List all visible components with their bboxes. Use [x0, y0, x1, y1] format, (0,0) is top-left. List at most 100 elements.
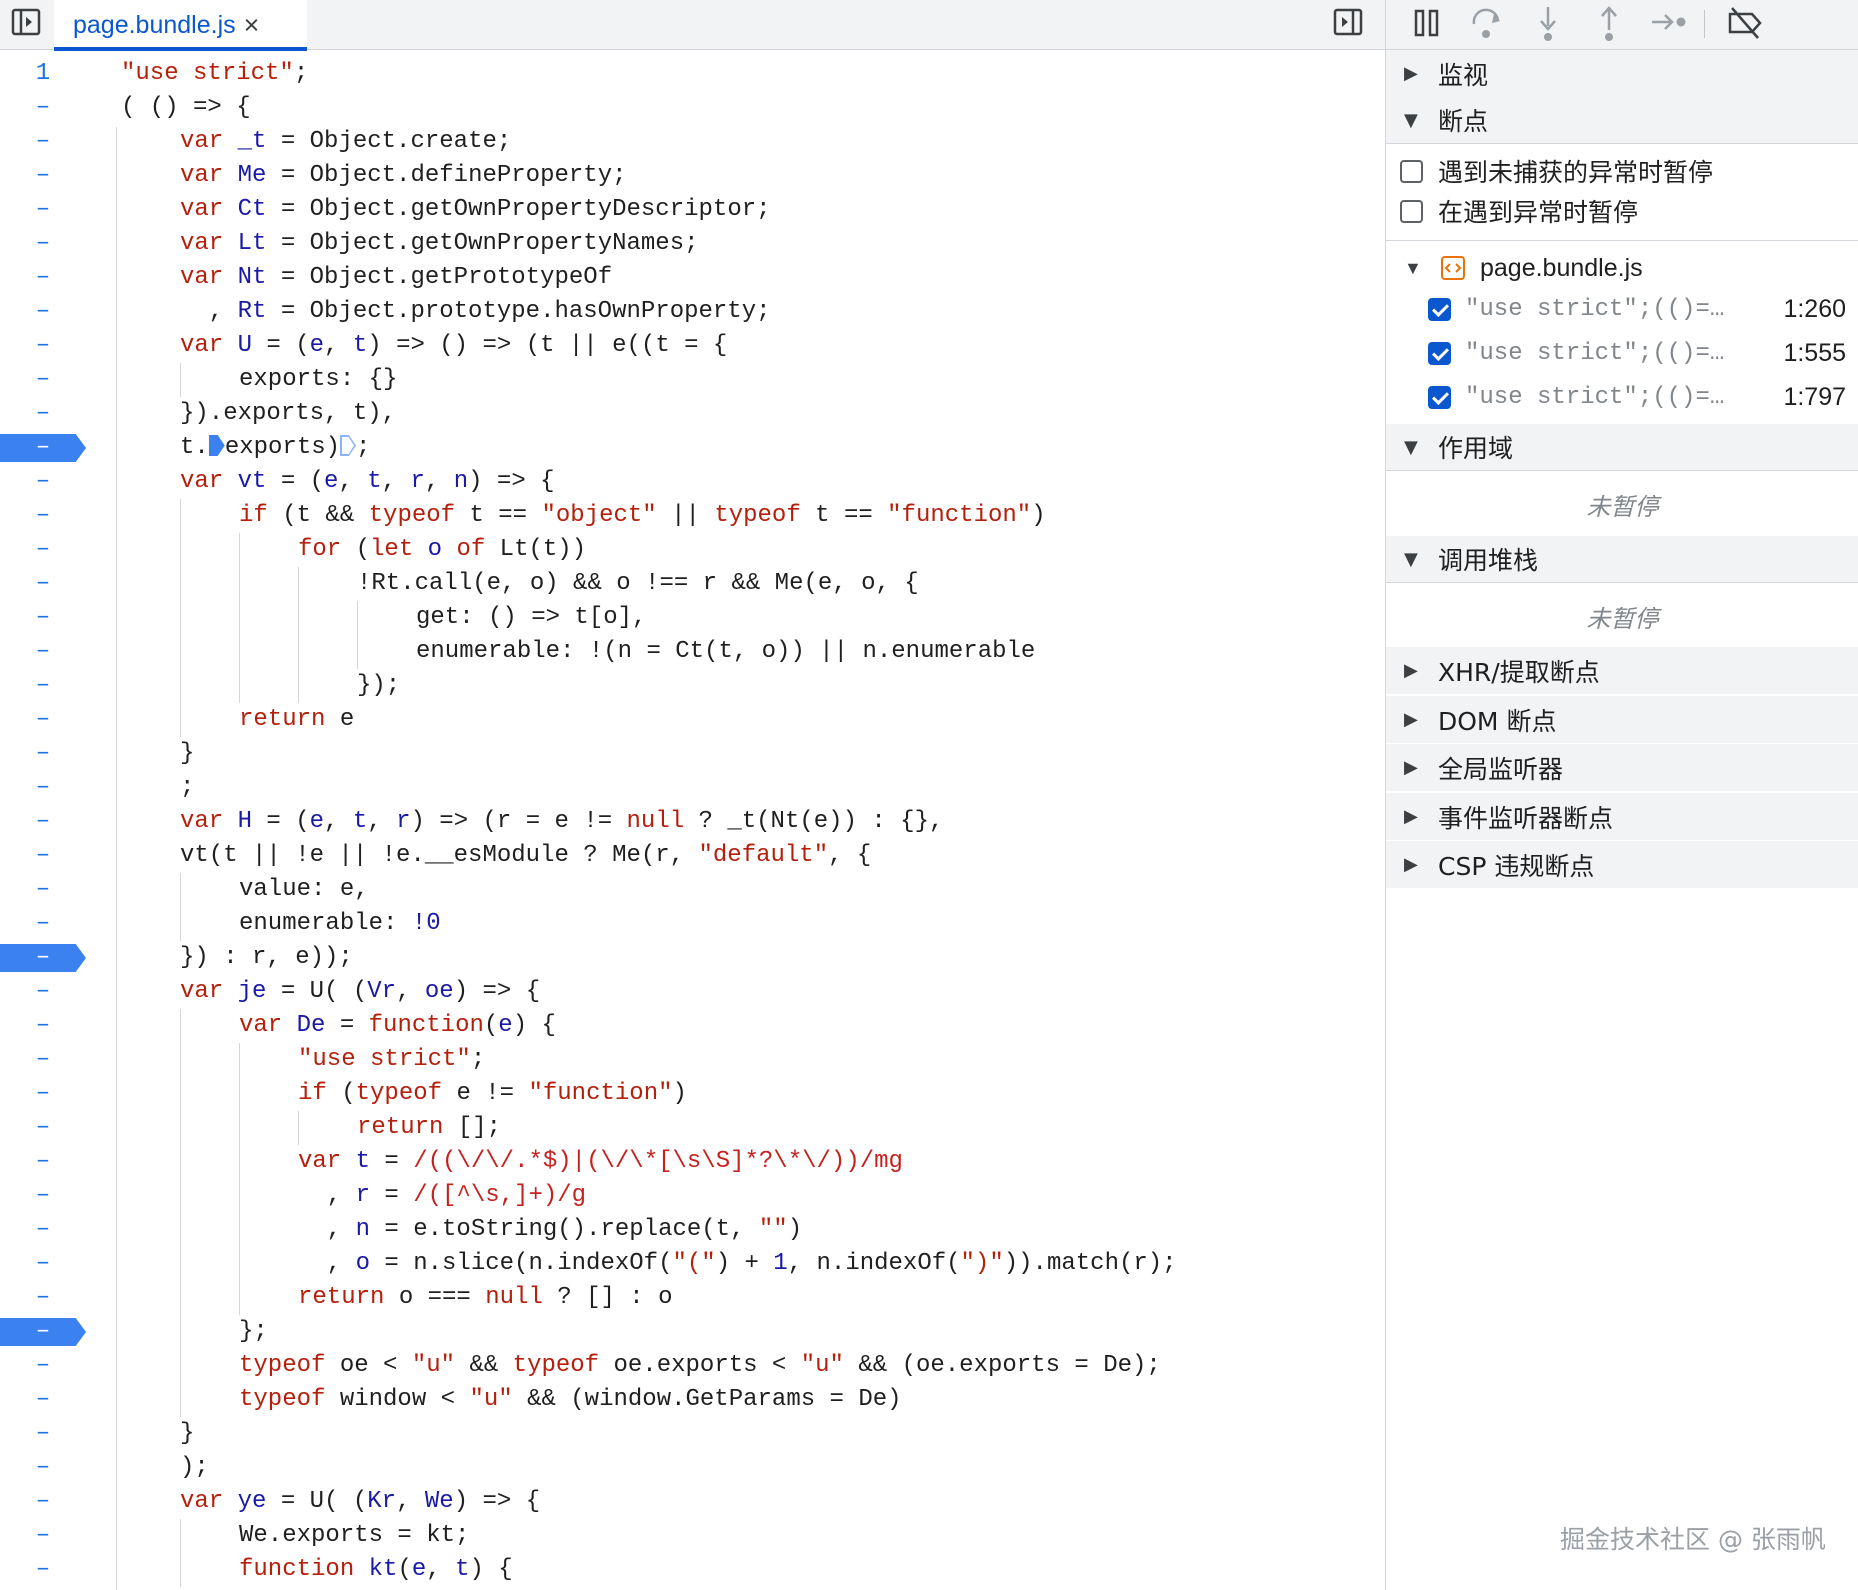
step-over-icon[interactable] — [1464, 2, 1510, 44]
line-number[interactable]: – — [0, 1213, 86, 1247]
line-number[interactable]: – — [0, 499, 86, 533]
line-number[interactable]: – — [0, 1383, 86, 1417]
section-xhr-breakpoints[interactable]: ▶ XHR/提取断点 — [1386, 647, 1858, 694]
code-token: vt — [237, 468, 267, 495]
code-text: We.exports = kt; — [239, 1522, 470, 1549]
line-number[interactable]: 1 — [0, 57, 86, 91]
code-text: enumerable: !(n = Ct(t, o)) || n.enumera… — [416, 638, 1036, 665]
section-watch[interactable]: ▶ 监视 — [1386, 50, 1858, 97]
sidebar-toggle-icon[interactable] — [9, 5, 43, 39]
line-number[interactable]: – — [0, 771, 86, 805]
pause-uncaught-checkbox[interactable] — [1400, 159, 1423, 183]
line-number[interactable]: – — [0, 907, 86, 941]
step-into-icon[interactable] — [1525, 2, 1571, 44]
line-number[interactable]: – — [0, 1451, 86, 1485]
code-token: return — [298, 1284, 385, 1311]
line-number[interactable]: – — [0, 975, 86, 1009]
code-token: function — [239, 1556, 355, 1583]
pause-icon[interactable] — [1404, 2, 1450, 44]
line-number[interactable]: – — [0, 295, 86, 329]
code-token: typeof — [512, 1352, 600, 1379]
indent-guide — [180, 1315, 181, 1349]
line-number-breakpoint[interactable]: – — [0, 1315, 86, 1349]
code-token: return — [357, 1114, 444, 1141]
line-number[interactable]: – — [0, 737, 86, 771]
line-number[interactable]: – — [0, 873, 86, 907]
line-number[interactable]: – — [0, 1111, 86, 1145]
line-number[interactable]: – — [0, 669, 86, 703]
line-number[interactable]: – — [0, 227, 86, 261]
line-number[interactable]: – — [0, 703, 86, 737]
line-number[interactable]: – — [0, 839, 86, 873]
line-number[interactable]: – — [0, 567, 86, 601]
code-line: – return o === null ? [] : o — [0, 1281, 1385, 1315]
line-number[interactable]: – — [0, 1485, 86, 1519]
line-number[interactable]: – — [0, 159, 86, 193]
debugger-toolbar — [1386, 0, 1858, 50]
line-number-breakpoint[interactable]: – — [0, 431, 86, 465]
code-line: – enumerable: !(n = Ct(t, o)) || n.enumer… — [0, 635, 1385, 669]
line-number[interactable]: – — [0, 1009, 86, 1043]
close-icon[interactable]: × — [244, 11, 260, 39]
line-number[interactable]: – — [0, 1179, 86, 1213]
section-csp-breakpoints[interactable]: ▶ CSP 违规断点 — [1386, 841, 1858, 888]
line-number[interactable]: – — [0, 91, 86, 125]
line-number[interactable]: – — [0, 1417, 86, 1451]
breakpoint-entry[interactable]: "use strict";(()=… 1:555 — [1428, 334, 1846, 372]
line-number[interactable]: – — [0, 193, 86, 227]
line-number[interactable]: – — [0, 635, 86, 669]
debugger-sidebar-toggle-icon[interactable] — [1331, 5, 1365, 39]
code-text: , o = n.slice(n.indexOf("(") + 1, n.inde… — [298, 1250, 1177, 1277]
line-number-breakpoint[interactable]: – — [0, 941, 86, 975]
line-number[interactable]: – — [0, 1519, 86, 1553]
section-dom-breakpoints[interactable]: ▶ DOM 断点 — [1386, 696, 1858, 743]
section-global-listeners[interactable]: ▶ 全局监听器 — [1386, 744, 1858, 791]
indent-guide — [239, 1247, 240, 1281]
line-number[interactable]: – — [0, 1043, 86, 1077]
line-number[interactable]: – — [0, 805, 86, 839]
step-icon[interactable] — [1646, 2, 1692, 44]
line-number[interactable]: – — [0, 397, 86, 431]
breakpoint-file-group[interactable]: ▼ page.bundle.js — [1404, 250, 1643, 286]
deactivate-breakpoints-icon[interactable] — [1722, 2, 1768, 44]
line-number[interactable]: – — [0, 1145, 86, 1179]
section-breakpoints[interactable]: ▼ 断点 — [1386, 97, 1858, 144]
code-token: _t — [237, 128, 267, 155]
indent-guide — [239, 1111, 240, 1145]
breakpoint-entry[interactable]: "use strict";(()=… 1:260 — [1428, 290, 1846, 328]
breakpoint-checkbox[interactable] — [1428, 385, 1451, 409]
line-number[interactable]: – — [0, 533, 86, 567]
pause-caught-option[interactable]: 在遇到异常时暂停 — [1400, 192, 1638, 230]
line-number[interactable]: – — [0, 329, 86, 363]
section-call-stack[interactable]: ▼ 调用堆栈 — [1386, 536, 1858, 583]
breakpoint-checkbox[interactable] — [1428, 297, 1451, 321]
breakpoint-entry[interactable]: "use strict";(()=… 1:797 — [1428, 378, 1846, 416]
code-line: – "use strict"; — [0, 1043, 1385, 1077]
code-token: var — [239, 1012, 283, 1039]
line-number[interactable]: – — [0, 601, 86, 635]
code-editor[interactable]: 1 "use strict"; – ( () => {– var _t = Object… — [0, 51, 1385, 1590]
line-number[interactable]: – — [0, 363, 86, 397]
section-event-listener-breakpoints[interactable]: ▶ 事件监听器断点 — [1386, 793, 1858, 840]
section-scope[interactable]: ▼ 作用域 — [1386, 424, 1858, 471]
code-token: return — [239, 706, 326, 733]
line-number[interactable]: – — [0, 1553, 86, 1587]
breakpoint-marker-icon[interactable] — [340, 435, 357, 456]
pause-uncaught-option[interactable]: 遇到未捕获的异常时暂停 — [1400, 152, 1713, 190]
line-number[interactable]: – — [0, 261, 86, 295]
line-number[interactable]: – — [0, 465, 86, 499]
code-line: – , r = /([^\s,]+)/g — [0, 1179, 1385, 1213]
pause-caught-checkbox[interactable] — [1400, 199, 1423, 223]
line-number[interactable]: – — [0, 1349, 86, 1383]
tab-page-bundle[interactable]: page.bundle.js × — [54, 0, 307, 51]
line-number[interactable]: – — [0, 1281, 86, 1315]
line-number[interactable]: – — [0, 125, 86, 159]
line-number[interactable]: – — [0, 1247, 86, 1281]
code-text: vt(t || !e || !e.__esModule ? Me(r, "def… — [180, 842, 872, 869]
breakpoint-checkbox[interactable] — [1428, 341, 1451, 365]
breakpoint-marker-icon[interactable] — [208, 435, 225, 456]
line-number[interactable]: – — [0, 1077, 86, 1111]
indent-guide — [180, 635, 181, 669]
code-token: var — [180, 808, 224, 835]
step-out-icon[interactable] — [1586, 2, 1632, 44]
